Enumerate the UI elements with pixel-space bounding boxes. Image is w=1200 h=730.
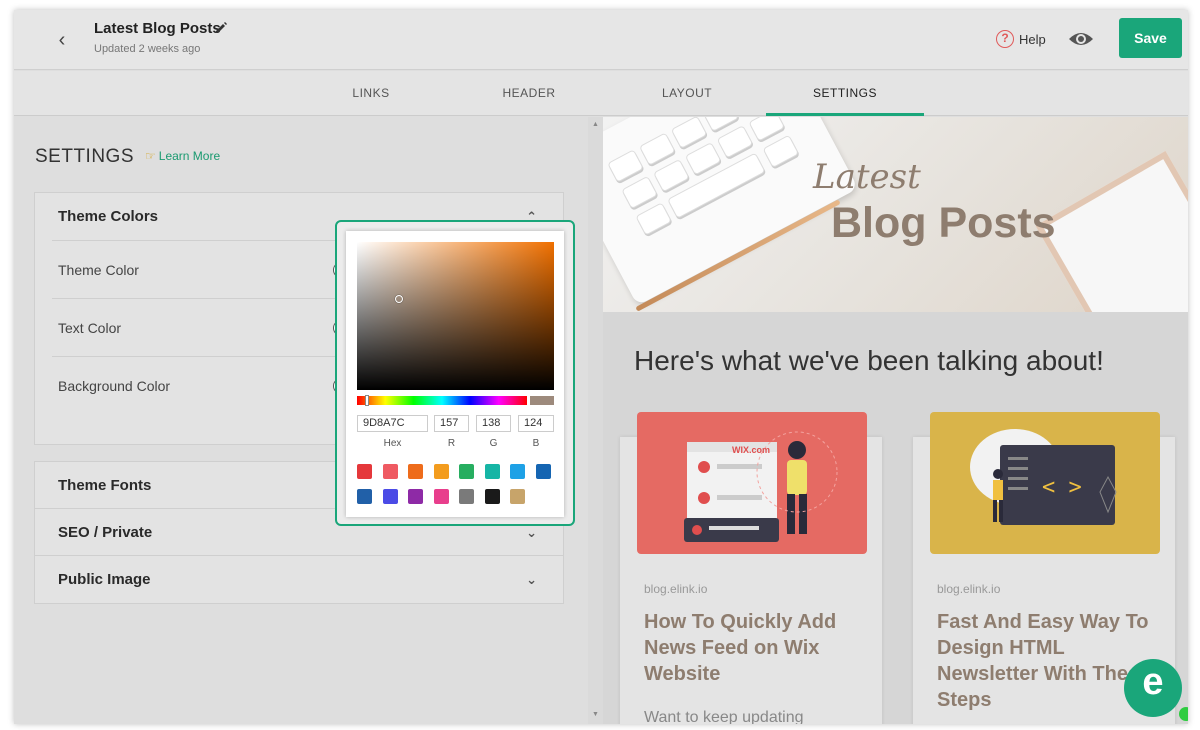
- preset-swatch[interactable]: [357, 464, 372, 479]
- post-title[interactable]: How To Quickly Add News Feed on Wix Webs…: [644, 609, 864, 687]
- public-image-header[interactable]: Public Image ⌄: [35, 556, 563, 603]
- notebook-illustration: [1035, 150, 1188, 312]
- tab-bar: LINKS HEADER LAYOUT SETTINGS: [14, 71, 1188, 116]
- hex-label: Hex: [383, 438, 402, 449]
- post-description: Want to keep updating: [644, 709, 804, 724]
- svg-text:WIX.com: WIX.com: [732, 445, 770, 455]
- post-thumbnail[interactable]: < >: [930, 412, 1160, 554]
- banner-title: Blog Posts: [831, 199, 1056, 247]
- preview-heading: Here's what we've been talking about!: [634, 345, 1104, 376]
- edit-pencil-icon[interactable]: [214, 21, 228, 35]
- preset-swatch[interactable]: [535, 464, 551, 479]
- page-title: Latest Blog Posts: [94, 20, 221, 37]
- hue-handle[interactable]: [365, 395, 369, 406]
- preset-swatch[interactable]: [484, 489, 500, 504]
- scroll-up-icon[interactable]: ▲: [592, 121, 599, 128]
- color-picker: 9D8A7C 157 138 124 Hex R G B: [335, 220, 575, 526]
- text-color-label: Text Color: [58, 320, 122, 336]
- preset-swatch[interactable]: [433, 489, 449, 504]
- settings-title: SETTINGS: [35, 146, 135, 167]
- chevron-down-icon: ⌄: [526, 572, 537, 587]
- updated-timestamp: Updated 2 weeks ago: [94, 43, 201, 55]
- back-icon[interactable]: ‹: [50, 28, 74, 52]
- preview-scrollbar[interactable]: ▲ ▼: [588, 117, 603, 724]
- hex-input[interactable]: 9D8A7C: [357, 415, 428, 432]
- preview-eye-icon[interactable]: [1068, 28, 1094, 50]
- pointing-hand-icon: ☞: [145, 149, 156, 163]
- tab-header[interactable]: HEADER: [450, 71, 608, 116]
- blue-input[interactable]: 124: [518, 415, 554, 432]
- tab-settings[interactable]: SETTINGS: [766, 71, 924, 116]
- background-color-label: Background Color: [58, 378, 171, 394]
- app-window: ‹ Latest Blog Posts Updated 2 weeks ago …: [14, 10, 1188, 724]
- tab-layout[interactable]: LAYOUT: [608, 71, 766, 116]
- preset-swatch[interactable]: [484, 464, 500, 479]
- blog-banner: Latest Blog Posts: [603, 117, 1188, 312]
- selected-color-preview: [530, 396, 554, 405]
- red-label: R: [447, 438, 456, 449]
- post-source: blog.elink.io: [644, 582, 708, 596]
- preset-swatch[interactable]: [382, 489, 398, 504]
- wix-illustration: WIX.com: [684, 431, 838, 542]
- post-source: blog.elink.io: [937, 582, 1001, 596]
- preset-swatch[interactable]: [510, 464, 525, 479]
- preset-swatch[interactable]: [408, 489, 423, 504]
- scroll-down-icon[interactable]: ▼: [592, 711, 599, 718]
- preset-swatch[interactable]: [357, 489, 372, 504]
- blue-label: B: [532, 438, 540, 449]
- learn-more-label: Learn More: [158, 149, 221, 163]
- saturation-area[interactable]: [357, 242, 554, 390]
- theme-colors-heading: Theme Colors: [58, 208, 159, 225]
- help-icon: ?: [996, 30, 1014, 48]
- green-input[interactable]: 138: [476, 415, 511, 432]
- preset-swatch[interactable]: [459, 489, 474, 504]
- public-image-card[interactable]: Public Image ⌄: [34, 555, 564, 604]
- help-button[interactable]: ? Help: [996, 29, 1046, 49]
- post-card[interactable]: WIX.com blog.elink.io How To Quickly Add…: [620, 412, 882, 724]
- red-input[interactable]: 157: [434, 415, 469, 432]
- preset-swatch[interactable]: [382, 464, 398, 479]
- green-label: G: [489, 438, 498, 449]
- color-picker-body: 9D8A7C 157 138 124 Hex R G B: [346, 231, 564, 517]
- theme-fonts-heading: Theme Fonts: [58, 477, 152, 494]
- saturation-handle[interactable]: [395, 295, 403, 303]
- help-label: Help: [1019, 31, 1046, 47]
- elink-logo[interactable]: e: [1124, 659, 1182, 717]
- post-thumbnail[interactable]: WIX.com: [637, 412, 867, 554]
- html-code-illustration: < >: [970, 429, 1117, 525]
- save-button[interactable]: Save: [1119, 18, 1182, 58]
- hue-slider[interactable]: [357, 395, 527, 406]
- elink-e-icon: e: [1142, 661, 1164, 703]
- seo-private-heading: SEO / Private: [58, 524, 153, 541]
- preset-swatch[interactable]: [408, 464, 423, 479]
- preset-swatch[interactable]: [459, 464, 474, 479]
- theme-color-label: Theme Color: [58, 262, 139, 278]
- learn-more-link[interactable]: ☞ Learn More: [145, 149, 220, 163]
- online-status-dot: [1179, 707, 1188, 721]
- live-preview: ▲ ▼ Latest Blog Posts Here's what we've …: [588, 117, 1188, 724]
- banner-script-text: Latest: [813, 157, 921, 197]
- tab-links[interactable]: LINKS: [291, 71, 451, 116]
- top-bar: ‹ Latest Blog Posts Updated 2 weeks ago …: [14, 10, 1188, 70]
- public-image-heading: Public Image: [58, 571, 151, 588]
- svg-text:< >: < >: [1042, 475, 1082, 500]
- preset-swatch[interactable]: [433, 464, 449, 479]
- preset-swatch[interactable]: [510, 489, 525, 504]
